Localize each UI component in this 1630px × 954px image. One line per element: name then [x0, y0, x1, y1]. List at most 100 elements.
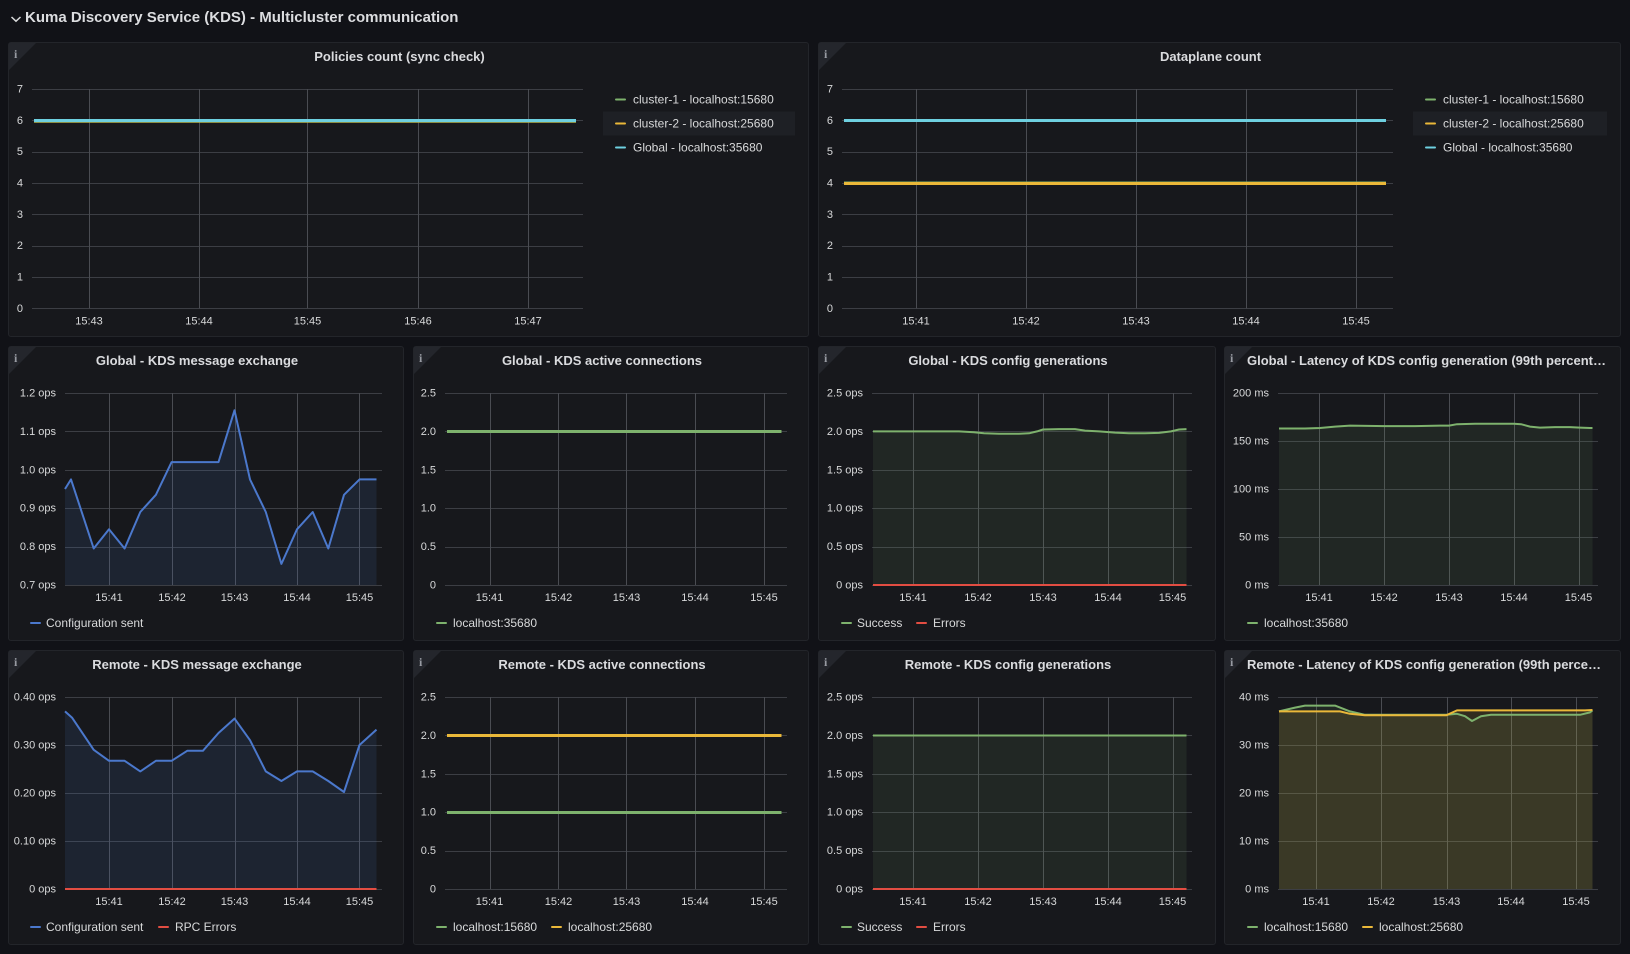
- svg-text:15:43: 15:43: [1433, 896, 1461, 908]
- svg-text:15:43: 15:43: [613, 592, 641, 604]
- svg-text:15:44: 15:44: [1232, 315, 1260, 327]
- svg-text:2.0: 2.0: [421, 426, 436, 438]
- svg-text:4: 4: [17, 177, 23, 189]
- svg-text:15:43: 15:43: [1029, 592, 1057, 604]
- svg-text:1.0: 1.0: [421, 807, 436, 819]
- svg-text:2.0: 2.0: [421, 730, 436, 742]
- svg-text:1.0 ops: 1.0 ops: [20, 464, 57, 476]
- svg-text:localhost:25680: localhost:25680: [568, 920, 652, 934]
- svg-text:40 ms: 40 ms: [1239, 692, 1269, 704]
- svg-text:0 ops: 0 ops: [836, 884, 863, 896]
- svg-text:15:42: 15:42: [545, 896, 573, 908]
- svg-text:1.0 ops: 1.0 ops: [827, 807, 864, 819]
- svg-text:15:47: 15:47: [514, 315, 542, 327]
- svg-text:15:43: 15:43: [613, 896, 641, 908]
- svg-text:15:43: 15:43: [221, 592, 249, 604]
- svg-text:0.8 ops: 0.8 ops: [20, 541, 57, 553]
- svg-text:1: 1: [17, 271, 23, 283]
- svg-text:1.5: 1.5: [421, 464, 436, 476]
- svg-text:15:45: 15:45: [750, 896, 778, 908]
- svg-text:15:43: 15:43: [1029, 896, 1057, 908]
- svg-text:15:45: 15:45: [1562, 896, 1590, 908]
- svg-text:2.5 ops: 2.5 ops: [827, 388, 864, 400]
- svg-text:15:46: 15:46: [404, 315, 432, 327]
- svg-text:15:42: 15:42: [545, 592, 573, 604]
- svg-text:localhost:15680: localhost:15680: [1264, 920, 1348, 934]
- svg-text:Configuration sent: Configuration sent: [46, 920, 144, 934]
- svg-text:15:44: 15:44: [283, 896, 311, 908]
- svg-text:15:44: 15:44: [1094, 592, 1122, 604]
- svg-text:5: 5: [17, 146, 23, 158]
- svg-text:200 ms: 200 ms: [1233, 388, 1270, 400]
- svg-text:7: 7: [17, 84, 23, 96]
- svg-text:1.5 ops: 1.5 ops: [827, 464, 864, 476]
- svg-text:15:42: 15:42: [158, 896, 186, 908]
- svg-text:2.5 ops: 2.5 ops: [827, 692, 864, 704]
- svg-text:1.5 ops: 1.5 ops: [827, 768, 864, 780]
- svg-text:10 ms: 10 ms: [1239, 836, 1269, 848]
- svg-text:localhost:15680: localhost:15680: [453, 920, 537, 934]
- svg-text:0: 0: [430, 580, 436, 592]
- svg-text:1.0 ops: 1.0 ops: [827, 503, 864, 515]
- svg-text:0.7 ops: 0.7 ops: [20, 580, 57, 592]
- svg-text:0.20 ops: 0.20 ops: [14, 788, 57, 800]
- svg-text:100 ms: 100 ms: [1233, 484, 1270, 496]
- svg-text:15:41: 15:41: [476, 896, 504, 908]
- svg-text:15:45: 15:45: [346, 896, 374, 908]
- svg-text:15:42: 15:42: [1370, 592, 1398, 604]
- svg-text:0.30 ops: 0.30 ops: [14, 740, 57, 752]
- svg-text:15:44: 15:44: [283, 592, 311, 604]
- svg-text:3: 3: [827, 209, 833, 221]
- svg-text:15:42: 15:42: [158, 592, 186, 604]
- svg-text:cluster-1 - localhost:15680: cluster-1 - localhost:15680: [633, 93, 774, 107]
- svg-text:15:41: 15:41: [1305, 592, 1333, 604]
- svg-text:15:41: 15:41: [95, 592, 123, 604]
- svg-text:RPC Errors: RPC Errors: [175, 920, 236, 934]
- svg-text:20 ms: 20 ms: [1239, 788, 1269, 800]
- svg-text:0 ops: 0 ops: [836, 580, 863, 592]
- svg-text:15:41: 15:41: [899, 592, 927, 604]
- svg-text:15:45: 15:45: [346, 592, 374, 604]
- svg-text:15:43: 15:43: [1122, 315, 1150, 327]
- svg-text:Errors: Errors: [933, 616, 966, 630]
- svg-text:15:45: 15:45: [1342, 315, 1370, 327]
- svg-text:0 ops: 0 ops: [29, 884, 56, 896]
- svg-text:2.5: 2.5: [421, 692, 436, 704]
- svg-text:Global - localhost:35680: Global - localhost:35680: [1443, 141, 1573, 155]
- svg-text:1.2 ops: 1.2 ops: [20, 388, 57, 400]
- svg-text:0.5: 0.5: [421, 541, 436, 553]
- svg-text:15:44: 15:44: [1497, 896, 1525, 908]
- svg-text:50 ms: 50 ms: [1239, 532, 1269, 544]
- svg-text:0.9 ops: 0.9 ops: [20, 503, 57, 515]
- svg-text:localhost:35680: localhost:35680: [1264, 616, 1348, 630]
- svg-text:15:45: 15:45: [294, 315, 322, 327]
- svg-text:2: 2: [17, 240, 23, 252]
- svg-text:0.5 ops: 0.5 ops: [827, 541, 864, 553]
- svg-text:15:45: 15:45: [1159, 592, 1187, 604]
- svg-text:15:43: 15:43: [221, 896, 249, 908]
- svg-text:Success: Success: [857, 920, 902, 934]
- svg-text:15:44: 15:44: [1094, 896, 1122, 908]
- svg-text:localhost:35680: localhost:35680: [453, 616, 537, 630]
- svg-text:Errors: Errors: [933, 920, 966, 934]
- svg-text:15:42: 15:42: [964, 592, 992, 604]
- svg-text:cluster-1 - localhost:15680: cluster-1 - localhost:15680: [1443, 93, 1584, 107]
- svg-text:6: 6: [827, 115, 833, 127]
- svg-text:5: 5: [827, 146, 833, 158]
- svg-text:15:45: 15:45: [1159, 896, 1187, 908]
- svg-text:0: 0: [827, 303, 833, 315]
- svg-text:0.5: 0.5: [421, 845, 436, 857]
- svg-text:15:41: 15:41: [899, 896, 927, 908]
- svg-text:2: 2: [827, 240, 833, 252]
- svg-text:3: 3: [17, 209, 23, 221]
- svg-text:1.0: 1.0: [421, 503, 436, 515]
- svg-text:0: 0: [430, 884, 436, 896]
- svg-text:Global - localhost:35680: Global - localhost:35680: [633, 141, 763, 155]
- svg-text:Success: Success: [857, 616, 902, 630]
- svg-text:30 ms: 30 ms: [1239, 740, 1269, 752]
- svg-text:0.10 ops: 0.10 ops: [14, 836, 57, 848]
- svg-text:15:42: 15:42: [964, 896, 992, 908]
- svg-text:15:42: 15:42: [1367, 896, 1395, 908]
- svg-text:15:41: 15:41: [902, 315, 930, 327]
- svg-text:0 ms: 0 ms: [1245, 884, 1269, 896]
